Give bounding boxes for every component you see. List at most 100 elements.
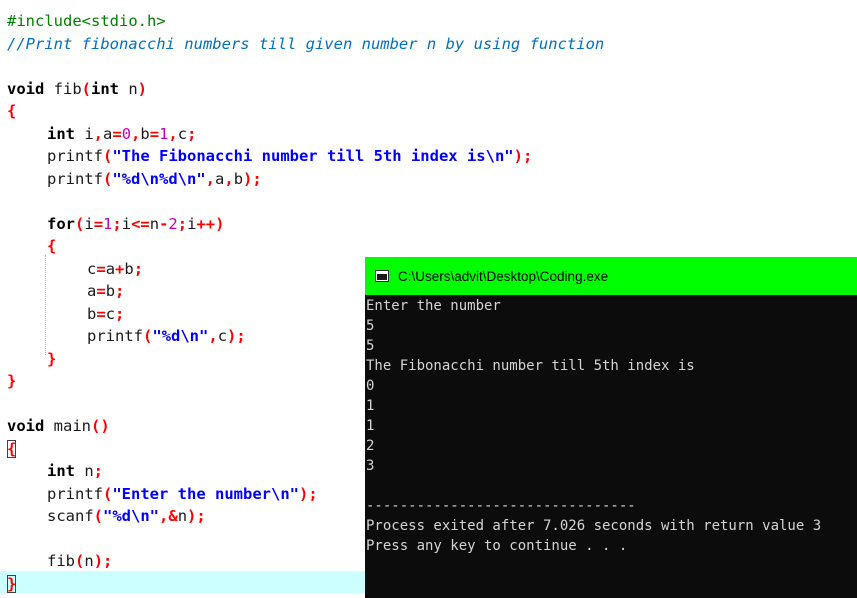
code-token: "%d\n" — [152, 327, 209, 345]
matched-brace: { — [7, 439, 17, 458]
code-token: ; — [133, 259, 144, 278]
code-token: void — [7, 79, 45, 98]
code-token: () — [91, 417, 110, 435]
code-token: = — [96, 304, 106, 323]
code-token: } — [7, 372, 17, 390]
console-window-icon — [375, 270, 389, 282]
code-token: ; — [115, 282, 125, 300]
code-token: , — [205, 169, 216, 188]
console-line: The Fibonacchi number till 5th index is — [366, 358, 695, 374]
code-token: for — [47, 214, 75, 233]
code-line: } — [7, 370, 16, 392]
code-token: ; — [115, 304, 125, 323]
code-token: ; — [93, 462, 104, 480]
code-token: c — [217, 327, 228, 345]
code-token: } — [47, 349, 57, 368]
code-line: int i,a=0,b=1,c; — [7, 123, 196, 145]
code-token: ( — [75, 552, 85, 570]
code-token: "%d\n%d\n" — [112, 169, 206, 188]
code-token: ); — [513, 147, 533, 165]
code-token: printf — [47, 147, 103, 165]
code-line: a=b; — [7, 280, 124, 302]
code-token: ); — [227, 327, 246, 345]
code-token: ( — [103, 147, 113, 165]
console-window[interactable]: C:\Users\advit\Desktop\Coding.exe Enter … — [365, 257, 857, 598]
code-token: , — [93, 124, 104, 143]
code-token: n — [149, 214, 160, 233]
code-token: void — [7, 417, 45, 435]
code-token: i — [75, 124, 94, 143]
code-line: int n; — [7, 460, 103, 482]
code-token: "The Fibonacchi number till 5th index is… — [112, 147, 514, 165]
code-token: "%d\n" — [103, 507, 160, 525]
console-line: 0 — [366, 378, 375, 394]
code-token: 0 — [121, 124, 132, 143]
code-token: printf — [87, 327, 143, 345]
code-line: void main() — [7, 415, 110, 437]
current-line-highlight — [0, 571, 365, 593]
code-token: ++ — [196, 214, 216, 233]
code-line: fib(n); — [7, 550, 112, 572]
code-token: "Enter the number\n" — [112, 484, 299, 503]
code-token: + — [115, 259, 125, 278]
code-token: b — [105, 282, 116, 300]
code-token: fib — [47, 552, 75, 570]
console-line: Process exited after 7.026 seconds with … — [366, 518, 822, 534]
code-token: fib — [44, 79, 82, 98]
code-token: ; — [112, 214, 122, 233]
code-token: ); — [298, 484, 318, 503]
code-token: <= — [131, 214, 150, 233]
console-line: 3 — [366, 458, 375, 474]
console-line: 2 — [366, 438, 375, 454]
code-line: { — [7, 100, 16, 122]
code-token: , — [168, 124, 178, 143]
code-line: printf("%d\n%d\n",a,b); — [7, 168, 262, 190]
console-line: 5 — [366, 318, 375, 334]
code-token: printf — [47, 484, 103, 503]
code-token: 1 — [103, 214, 113, 233]
code-token: n — [84, 552, 94, 570]
code-token: c — [87, 259, 97, 278]
code-token: int — [91, 79, 119, 98]
code-token: 2 — [168, 214, 178, 233]
code-line: b=c; — [7, 303, 124, 325]
code-token: ; — [187, 124, 197, 143]
code-token: main — [44, 417, 91, 435]
code-token: b — [140, 124, 150, 143]
code-token: ) — [137, 79, 148, 98]
code-token: n — [119, 79, 138, 98]
code-token: b — [87, 304, 97, 323]
code-token: a — [105, 259, 116, 278]
code-token: { — [7, 102, 17, 120]
code-token: n — [75, 462, 94, 480]
code-token: i — [121, 214, 132, 233]
console-output[interactable]: Enter the number 5 5 The Fibonacchi number … — [365, 295, 857, 598]
code-line: } — [7, 348, 56, 370]
code-line: //Print fibonacchi numbers till given nu… — [7, 33, 604, 55]
code-token: ( — [75, 214, 85, 233]
code-line: for(i=1;i<=n-2;i++) — [7, 213, 224, 235]
code-line: c=a+b; — [7, 258, 143, 280]
code-token: //Print fibonacchi numbers till given nu… — [7, 34, 605, 53]
code-line: { — [7, 235, 56, 257]
code-line: } — [7, 573, 17, 595]
console-line: 1 — [366, 398, 375, 414]
code-token: ; — [177, 214, 188, 233]
code-token: i — [84, 214, 94, 233]
code-token: int — [47, 124, 75, 143]
code-line: #include<stdio.h> — [7, 10, 166, 32]
code-token: ); — [93, 552, 113, 570]
code-token: = — [96, 259, 106, 278]
code-token: scanf — [47, 507, 94, 525]
code-line: scanf("%d\n",&n); — [7, 505, 206, 527]
code-token: printf — [47, 169, 103, 188]
code-token: b — [124, 259, 134, 278]
console-title: C:\Users\advit\Desktop\Coding.exe — [398, 268, 609, 284]
code-token: , — [224, 169, 234, 188]
code-token: ( — [81, 79, 91, 98]
code-token: , — [208, 327, 218, 345]
code-token: ( — [143, 327, 153, 345]
code-token: = — [149, 124, 160, 143]
console-title-bar[interactable]: C:\Users\advit\Desktop\Coding.exe — [365, 257, 857, 295]
code-token: n — [177, 507, 188, 525]
